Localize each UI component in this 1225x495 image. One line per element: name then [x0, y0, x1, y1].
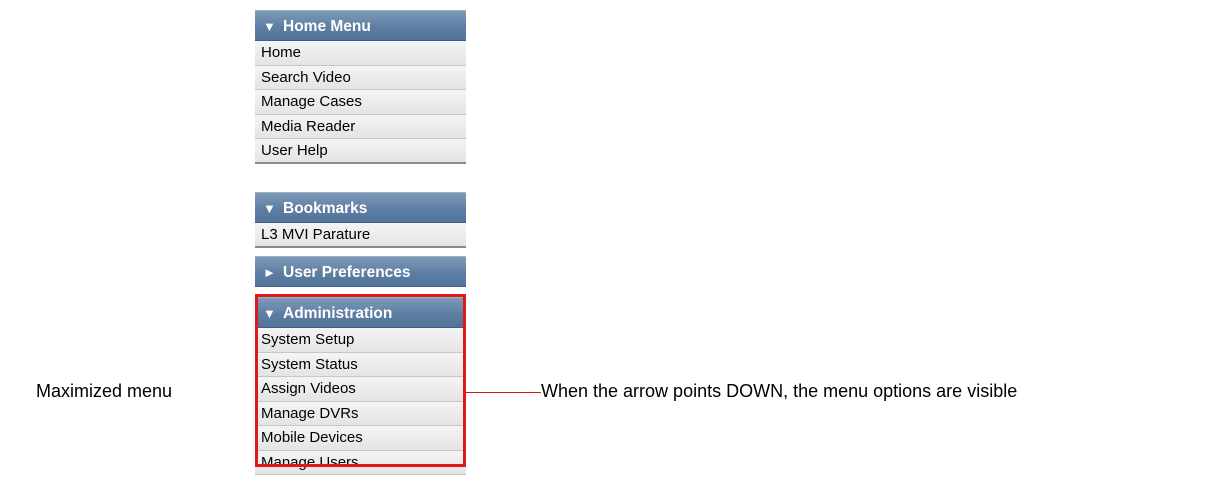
user-preferences-section: ► User Preferences — [255, 256, 466, 287]
administration-section: ▼ Administration System Setup System Stat… — [255, 297, 466, 475]
callout-text: When the arrow points DOWN, the menu opt… — [541, 381, 1018, 401]
collapsed-arrow-icon: ► — [263, 265, 276, 280]
home-menu-section: ▼ Home Menu Home Search Video Manage Case… — [255, 10, 466, 164]
home-menu-header[interactable]: ▼ Home Menu — [255, 10, 466, 41]
bookmarks-section: ▼ Bookmarks L3 MVI Parature — [255, 192, 466, 248]
administration-title: Administration — [283, 305, 393, 322]
user-preferences-title: User Preferences — [283, 264, 411, 281]
expanded-arrow-icon: ▼ — [263, 19, 276, 34]
menu-item-mobile-devices[interactable]: Mobile Devices — [255, 426, 466, 451]
expanded-arrow-icon: ▼ — [263, 306, 276, 321]
menu-item-manage-dvrs[interactable]: Manage DVRs — [255, 401, 466, 426]
administration-header[interactable]: ▼ Administration — [255, 297, 466, 328]
menu-item-user-help[interactable]: User Help — [255, 139, 466, 164]
expanded-arrow-icon: ▼ — [263, 201, 276, 216]
menu-item-search-video[interactable]: Search Video — [255, 65, 466, 90]
menu-item-system-status[interactable]: System Status — [255, 352, 466, 377]
home-menu-title: Home Menu — [283, 18, 371, 35]
menu-item-manage-users[interactable]: Manage Users — [255, 450, 466, 475]
maximized-menu-label: Maximized menu — [36, 381, 173, 401]
menu-item-media-reader[interactable]: Media Reader — [255, 114, 466, 139]
user-preferences-header[interactable]: ► User Preferences — [255, 256, 466, 287]
callout-line — [466, 392, 541, 393]
menu-item-home[interactable]: Home — [255, 41, 466, 66]
menu-item-manage-cases[interactable]: Manage Cases — [255, 90, 466, 115]
bookmarks-title: Bookmarks — [283, 200, 368, 217]
menu-item-system-setup[interactable]: System Setup — [255, 328, 466, 353]
bookmarks-header[interactable]: ▼ Bookmarks — [255, 192, 466, 223]
menu-item-assign-videos[interactable]: Assign Videos — [255, 377, 466, 402]
bookmark-item-l3-mvi-parature[interactable]: L3 MVI Parature — [255, 223, 466, 248]
